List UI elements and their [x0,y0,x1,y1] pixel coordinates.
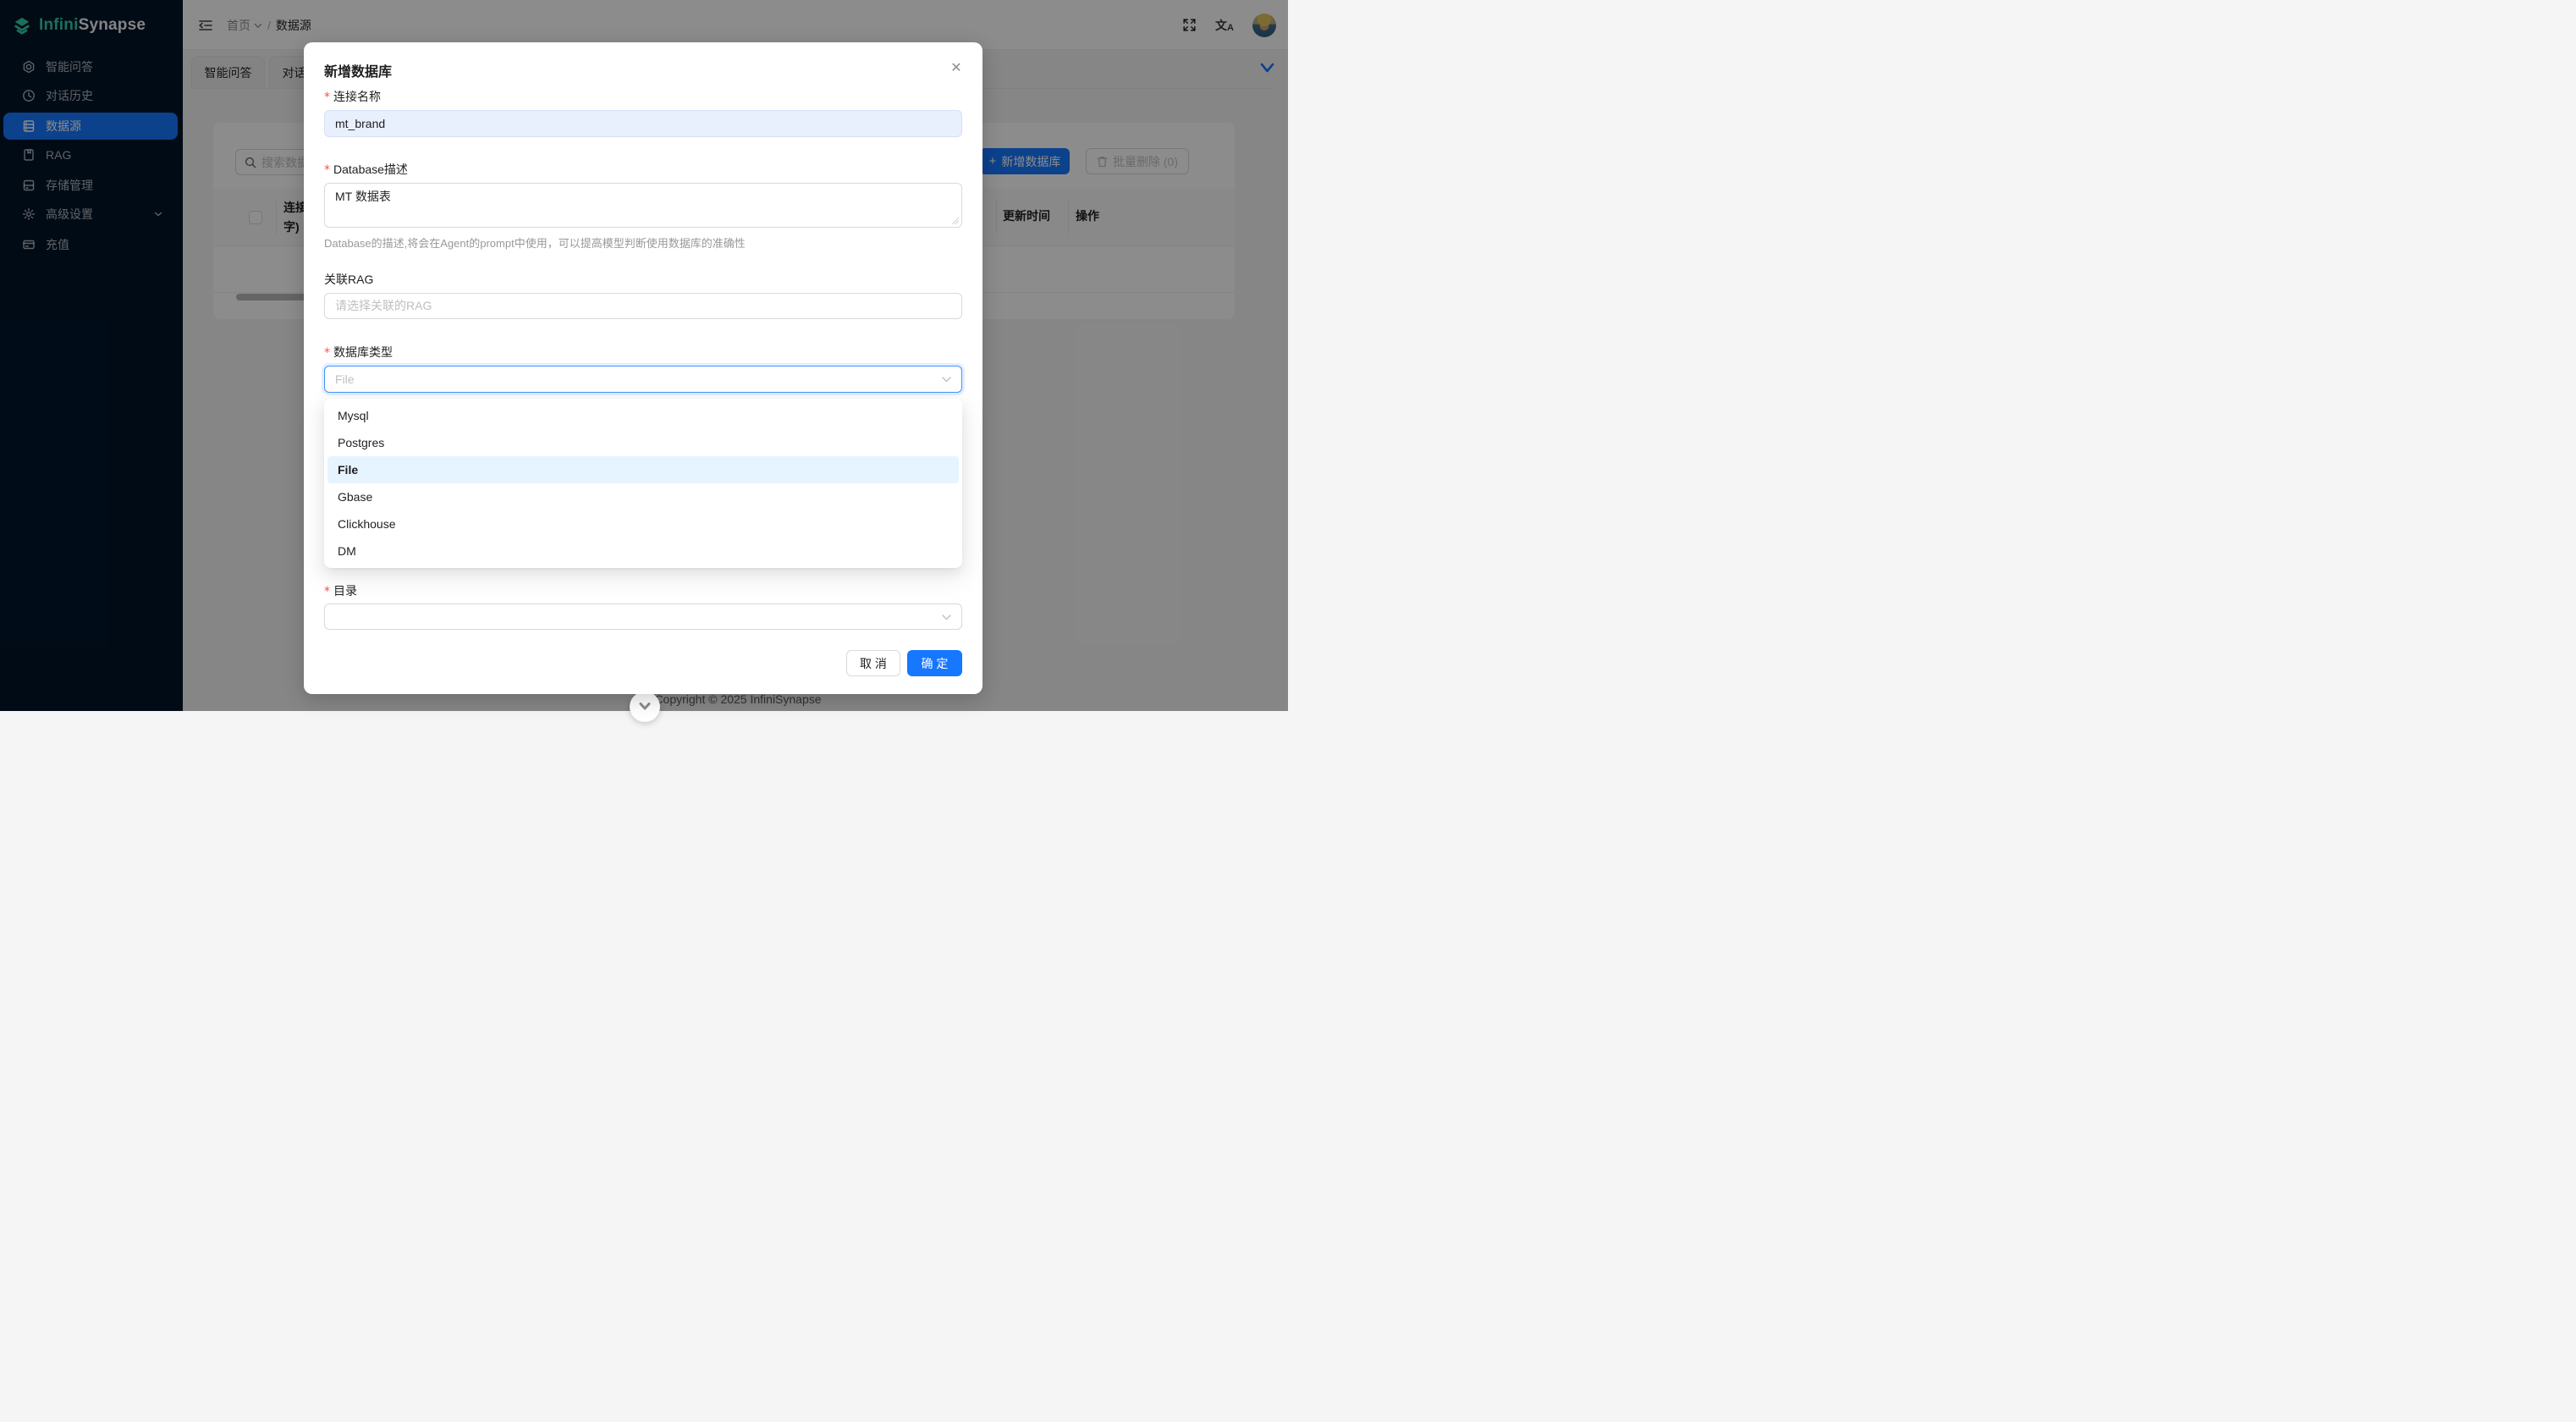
dropdown-option-clickhouse[interactable]: Clickhouse [328,510,959,537]
dropdown-option-gbase[interactable]: Gbase [328,483,959,510]
rag-select[interactable]: 请选择关联的RAG [324,293,962,319]
field-label-db-type: *数据库类型 [324,344,393,361]
required-mark: * [324,91,330,104]
dropdown-option-dm[interactable]: DM [328,537,959,565]
dropdown-option-file[interactable]: File [328,456,959,483]
database-desc-help: Database的描述,将会在Agent的prompt中使用，可以提高模型判断使… [324,234,962,251]
add-database-modal: 新增数据库 ✕ *连接名称 mt_brand *Database描述 MT 数据… [304,42,983,694]
confirm-button[interactable]: 确 定 [907,650,962,676]
resize-handle[interactable] [952,218,959,224]
dropdown-option-postgres[interactable]: Postgres [328,429,959,456]
db-type-select[interactable]: File [324,366,962,393]
field-label-rag: 关联RAG [324,271,373,288]
chevron-down-icon [942,377,951,383]
field-label-catalog: *目录 [324,582,357,599]
chevron-down-icon [942,615,951,620]
dropdown-option-mysql[interactable]: Mysql [328,402,959,429]
required-mark: * [324,346,330,360]
chevron-down-icon [639,703,651,711]
required-mark: * [324,163,330,177]
close-icon[interactable]: ✕ [947,59,966,78]
field-label-connection-name: *连接名称 [324,88,381,105]
db-type-dropdown: Mysql Postgres File Gbase Clickhouse DM [324,399,962,568]
scroll-down-float-button[interactable] [630,692,660,722]
db-type-value: File [335,372,355,386]
cancel-button[interactable]: 取 消 [846,650,900,676]
field-label-database-desc: *Database描述 [324,161,408,178]
database-desc-value: MT 数据表 [335,190,391,203]
required-mark: * [324,585,330,598]
database-desc-textarea[interactable]: MT 数据表 [324,183,962,228]
modal-title: 新增数据库 [324,60,392,80]
connection-name-input[interactable]: mt_brand [324,110,962,137]
catalog-select[interactable] [324,604,962,630]
